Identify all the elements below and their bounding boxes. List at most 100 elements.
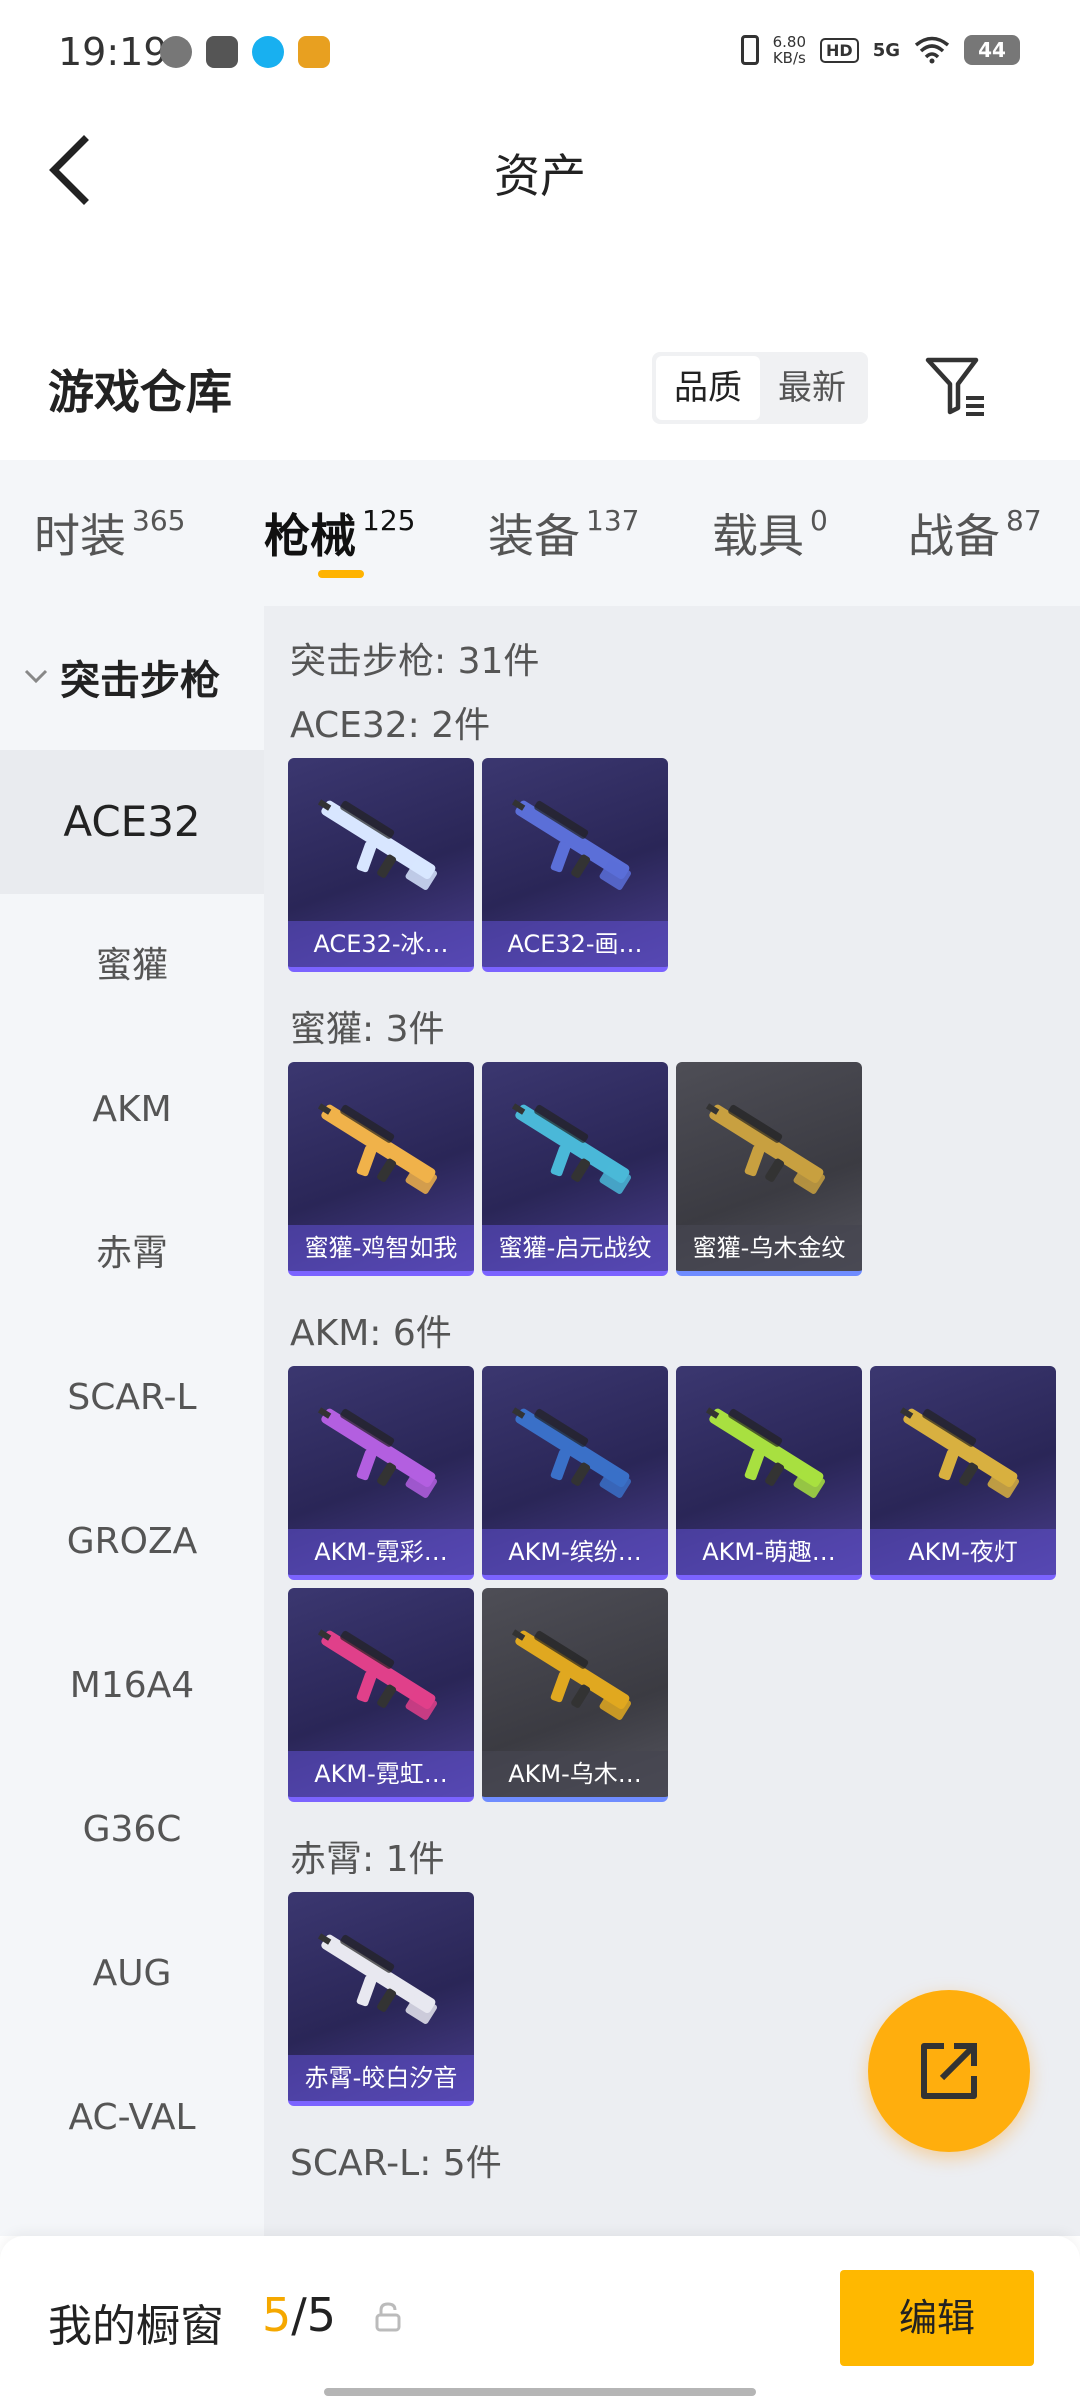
- tab-label: 时装: [34, 509, 126, 563]
- weapon-card-label: AKM-缤纷…: [482, 1529, 668, 1575]
- weapon-card[interactable]: AKM-霓彩…: [288, 1366, 474, 1580]
- weapon-sidebar: 突击步枪 ACE32 蜜獾 AKM 赤霄 SCAR-L GROZA M16A4 …: [0, 606, 264, 2236]
- tab-vehicles[interactable]: 载具 0: [712, 500, 828, 566]
- showcase-label: 我的橱窗: [48, 2301, 224, 2352]
- net-speed-unit: KB/s: [772, 49, 806, 67]
- status-time: 19:19: [58, 30, 168, 74]
- group-title: 蜜獾: 3件: [290, 1009, 445, 1050]
- filter-button[interactable]: [922, 354, 988, 420]
- weapon-skin-image: [511, 799, 632, 890]
- sort-toggle: 品质 最新: [652, 352, 868, 424]
- weapon-skin-image: [317, 799, 438, 890]
- qq-icon: [252, 36, 284, 68]
- chevron-down-icon: [24, 669, 48, 684]
- network-type: 5G: [872, 39, 900, 61]
- status-bar: 19:19 6.80 KB/s HD 5G 44: [0, 0, 1080, 110]
- showcase-count-total: 5: [306, 2288, 337, 2342]
- weapon-skin-image: [899, 1407, 1020, 1498]
- weapon-skin-image: [317, 1103, 438, 1194]
- sidebar-item-ace32[interactable]: ACE32: [0, 750, 264, 894]
- tab-label: 装备: [488, 509, 580, 563]
- notification-icons: [160, 36, 330, 68]
- share-button[interactable]: [868, 1990, 1030, 2152]
- sidebar-item-g36c[interactable]: G36C: [0, 1758, 264, 1902]
- tab-label: 枪械: [264, 509, 356, 563]
- weapon-card[interactable]: AKM-夜灯: [870, 1366, 1056, 1580]
- vibrate-icon: [740, 35, 759, 65]
- tab-count: 0: [810, 504, 828, 537]
- game-notification-icon: [298, 36, 330, 68]
- weapon-card[interactable]: AKM-乌木…: [482, 1588, 668, 1802]
- tab-count: 125: [362, 504, 416, 537]
- weapon-card[interactable]: ACE32-画…: [482, 758, 668, 972]
- sidebar-item-scar-l[interactable]: SCAR-L: [0, 1326, 264, 1470]
- weapon-card-label: 蜜獾-启元战纹: [482, 1225, 668, 1271]
- sidebar-item-akm[interactable]: AKM: [0, 1038, 264, 1182]
- showcase-count: 5/5: [262, 2288, 336, 2342]
- sidebar-item-ac-val[interactable]: AC-VAL: [0, 2046, 264, 2190]
- tab-gear[interactable]: 战备 87: [908, 500, 1042, 566]
- filter-icon: [925, 357, 984, 416]
- top-app-bar: 资产: [0, 110, 1080, 230]
- hd-icon: HD: [820, 37, 859, 63]
- sort-by-quality[interactable]: 品质: [656, 356, 760, 420]
- weapon-card[interactable]: AKM-萌趣…: [676, 1366, 862, 1580]
- category-tabs: 时装 365 枪械 125 装备 137 载具 0 战备 87: [0, 460, 1080, 606]
- tab-label: 载具: [712, 509, 804, 563]
- tab-label: 战备: [908, 509, 1000, 563]
- sidebar-item-groza[interactable]: GROZA: [0, 1470, 264, 1614]
- showcase-count-separator: /: [291, 2288, 307, 2342]
- tab-count: 87: [1006, 504, 1042, 537]
- sidebar-item-honey-badger[interactable]: 蜜獾: [0, 894, 264, 1038]
- weapon-card[interactable]: 蜜獾-鸡智如我: [288, 1062, 474, 1276]
- tab-count: 365: [132, 504, 186, 537]
- weapon-card-label: AKM-霓虹…: [288, 1751, 474, 1797]
- weapon-card-label: 蜜獾-鸡智如我: [288, 1225, 474, 1271]
- category-summary: 突击步枪: 31件: [290, 641, 540, 682]
- weapon-card[interactable]: 赤霄-皎白汐音: [288, 1892, 474, 2106]
- sort-by-newest[interactable]: 最新: [760, 356, 864, 420]
- weapon-card-label: ACE32-冰…: [288, 921, 474, 967]
- share-icon: [921, 2043, 977, 2099]
- weapon-card[interactable]: 蜜獾-乌木金纹: [676, 1062, 862, 1276]
- showcase-bar: 我的橱窗 5/5 编辑: [0, 2236, 1080, 2400]
- weapon-card[interactable]: AKM-霓虹…: [288, 1588, 474, 1802]
- group-title: AKM: 6件: [290, 1313, 452, 1354]
- weapon-card-label: AKM-萌趣…: [676, 1529, 862, 1575]
- weapon-card[interactable]: 蜜獾-启元战纹: [482, 1062, 668, 1276]
- weapon-skin-image: [317, 1629, 438, 1720]
- lock-icon: [375, 2302, 401, 2332]
- tab-fashion[interactable]: 时装 365: [34, 500, 185, 566]
- weapon-skin-image: [705, 1103, 826, 1194]
- sidebar-item-aug[interactable]: AUG: [0, 1902, 264, 2046]
- app-notification-icon: [206, 36, 238, 68]
- warehouse-title: 游戏仓库: [48, 365, 232, 419]
- home-indicator[interactable]: [324, 2388, 756, 2396]
- category-label: 突击步枪: [60, 658, 220, 704]
- weapon-skin-image: [705, 1407, 826, 1498]
- page-title: 资产: [494, 149, 586, 203]
- weapon-card[interactable]: AKM-缤纷…: [482, 1366, 668, 1580]
- category-header[interactable]: 突击步枪: [0, 606, 264, 750]
- weapon-card[interactable]: ACE32-冰…: [288, 758, 474, 972]
- sidebar-item-chixiao[interactable]: 赤霄: [0, 1182, 264, 1326]
- tab-firearms[interactable]: 枪械 125: [264, 500, 415, 566]
- tab-equipment[interactable]: 装备 137: [488, 500, 639, 566]
- status-indicators: 6.80 KB/s HD 5G 44: [740, 34, 1020, 66]
- active-tab-indicator: [318, 570, 364, 578]
- weapon-card-label: ACE32-画…: [482, 921, 668, 967]
- weapon-skin-image: [317, 1933, 438, 2024]
- weapon-skin-image: [511, 1103, 632, 1194]
- net-speed: 6.80 KB/s: [773, 34, 806, 66]
- weapon-card-label: AKM-乌木…: [482, 1751, 668, 1797]
- edit-button[interactable]: 编辑: [840, 2270, 1034, 2366]
- group-title: ACE32: 2件: [290, 705, 491, 746]
- weapon-card-label: 蜜獾-乌木金纹: [676, 1225, 862, 1271]
- weapon-skin-image: [511, 1629, 632, 1720]
- battery-icon: 44: [964, 35, 1020, 65]
- sidebar-item-m16a4[interactable]: M16A4: [0, 1614, 264, 1758]
- group-title: 赤霄: 1件: [290, 1839, 445, 1880]
- showcase-count-current: 5: [262, 2288, 292, 2342]
- wifi-icon: [914, 36, 950, 64]
- weapon-skin-image: [317, 1407, 438, 1498]
